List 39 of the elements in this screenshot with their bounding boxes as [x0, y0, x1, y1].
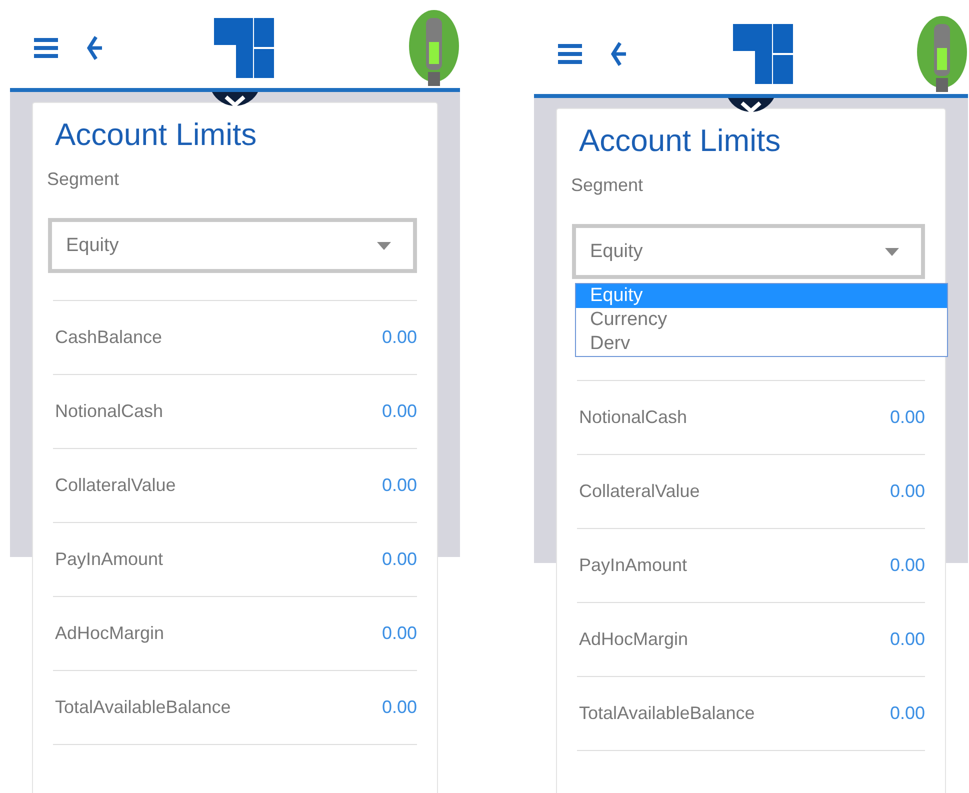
microphone-icon[interactable] — [916, 14, 968, 94]
limit-label: TotalAvailableBalance — [579, 703, 755, 724]
limit-label: CollateralValue — [579, 481, 700, 502]
limit-value: 0.00 — [382, 549, 417, 570]
back-icon[interactable] — [84, 34, 104, 62]
microphone-icon[interactable] — [408, 8, 460, 88]
limit-value: 0.00 — [890, 407, 925, 428]
limit-label: NotionalCash — [579, 407, 688, 428]
segment-select[interactable]: Equity — [572, 224, 925, 279]
segment-label: Segment — [571, 175, 644, 196]
page-title: Account Limits — [55, 117, 258, 153]
limit-label: AdHocMargin — [55, 623, 164, 644]
segment-option[interactable]: Equity — [576, 284, 947, 308]
logo-icon — [733, 24, 793, 84]
limit-value: 0.00 — [890, 481, 925, 502]
limit-label: PayInAmount — [55, 549, 164, 570]
limit-label: PayInAmount — [579, 555, 688, 576]
limit-label: CollateralValue — [55, 475, 176, 496]
segment-select[interactable]: Equity — [48, 218, 417, 273]
limit-value: 0.00 — [890, 703, 925, 724]
limit-value: 0.00 — [382, 697, 417, 718]
limit-value: 0.00 — [890, 629, 925, 650]
dropdown-caret-icon — [377, 242, 391, 250]
limit-value: 0.00 — [382, 623, 417, 644]
dropdown-caret-icon — [885, 248, 899, 256]
limit-value: 0.00 — [382, 327, 417, 348]
segment-label: Segment — [47, 169, 120, 190]
page-title: Account Limits — [579, 123, 782, 159]
back-icon[interactable] — [608, 40, 628, 68]
limit-value: 0.00 — [890, 555, 925, 576]
logo-icon — [214, 18, 274, 78]
limit-value: 0.00 — [382, 401, 417, 422]
limit-label: TotalAvailableBalance — [55, 697, 231, 718]
limit-label: CashBalance — [55, 327, 162, 348]
limit-value: 0.00 — [382, 475, 417, 496]
limit-label: NotionalCash — [55, 401, 164, 422]
limit-label: AdHocMargin — [579, 629, 688, 650]
menu-icon[interactable] — [558, 43, 582, 65]
menu-icon[interactable] — [34, 37, 58, 59]
